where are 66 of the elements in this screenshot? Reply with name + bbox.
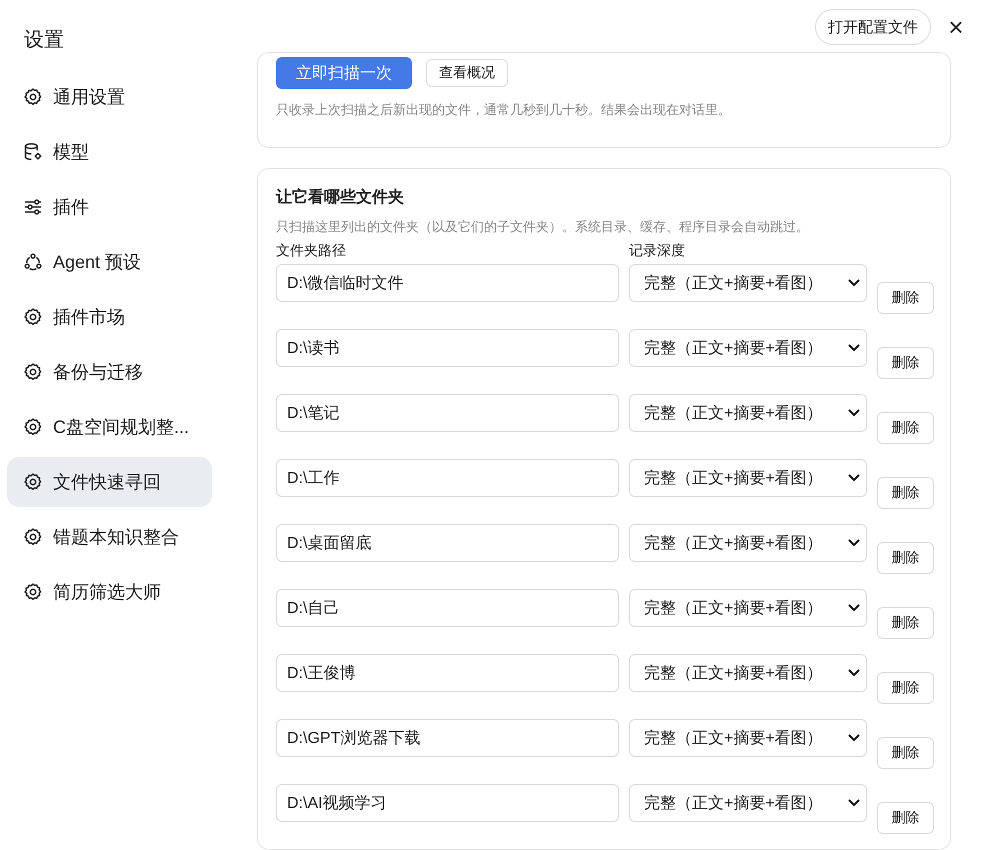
column-header: 记录深度 xyxy=(629,242,686,260)
depth-dropdown[interactable]: 完整（正文+摘要+看图） xyxy=(629,719,867,757)
folder-path-field[interactable]: D:\微信临时文件 xyxy=(276,264,619,302)
depth-dropdown[interactable]: 完整（正文+摘要+看图） xyxy=(629,589,867,627)
chevron-down-icon xyxy=(848,734,860,742)
section-title: 让它看哪些文件夹 xyxy=(276,187,404,208)
folder-path-field[interactable]: D:\AI视频学习 xyxy=(276,784,619,822)
delete-button[interactable]: 删除 xyxy=(877,412,934,444)
folder-path-field[interactable]: D:\GPT浏览器下载 xyxy=(276,719,619,757)
gear-icon xyxy=(23,527,43,547)
depth-dropdown[interactable]: 完整（正文+摘要+看图） xyxy=(629,394,867,432)
depth-dropdown[interactable]: 完整（正文+摘要+看图） xyxy=(629,654,867,692)
delete-button[interactable]: 删除 xyxy=(877,347,934,379)
delete-button[interactable]: 删除 xyxy=(877,802,934,834)
depth-dropdown[interactable]: 完整（正文+摘要+看图） xyxy=(629,329,867,367)
depth-dropdown[interactable]: 完整（正文+摘要+看图） xyxy=(629,264,867,302)
gear-icon xyxy=(23,362,43,382)
folder-path-field[interactable]: D:\桌面留底 xyxy=(276,524,619,562)
folder-path-field[interactable]: D:\王俊博 xyxy=(276,654,619,692)
chevron-down-icon xyxy=(848,799,860,807)
gear-icon xyxy=(23,87,43,107)
sidebar-item[interactable]: 插件 xyxy=(7,182,212,232)
depth-dropdown[interactable]: 完整（正文+摘要+看图） xyxy=(629,459,867,497)
chevron-down-icon xyxy=(848,474,860,482)
sidebar-item[interactable]: C盘空间规划整... xyxy=(7,402,212,452)
delete-button[interactable]: 删除 xyxy=(877,607,934,639)
chevron-down-icon xyxy=(848,604,860,612)
chevron-down-icon xyxy=(848,344,860,352)
sidebar-item[interactable]: 通用设置 xyxy=(7,72,212,122)
delete-button[interactable]: 删除 xyxy=(877,542,934,574)
window-title: 设置 xyxy=(24,28,64,53)
depth-dropdown[interactable]: 完整（正文+摘要+看图） xyxy=(629,784,867,822)
sidebar-item[interactable]: 简历筛选大师 xyxy=(7,567,212,617)
section-description: 只扫描这里列出的文件夹（以及它们的子文件夹）。系统目录、缓存、程序目录会自动跳过。 xyxy=(276,218,810,236)
scan-hint: 只收录上次扫描之后新出现的文件，通常几秒到几十秒。结果会出现在对话里。 xyxy=(276,101,731,119)
sidebar-item[interactable]: 文件快速寻回 xyxy=(7,457,212,507)
close-button[interactable]: × xyxy=(941,12,971,42)
chevron-down-icon xyxy=(848,669,860,677)
chevron-down-icon xyxy=(848,409,860,417)
delete-button[interactable]: 删除 xyxy=(877,737,934,769)
sidebar-item[interactable]: 错题本知识整合 xyxy=(7,512,212,562)
agent-nodes-icon xyxy=(23,252,43,272)
delete-button[interactable]: 删除 xyxy=(877,477,934,509)
gear-icon xyxy=(23,582,43,602)
scan-now-button[interactable]: 立即扫描一次 xyxy=(276,57,412,89)
overview-button[interactable]: 查看概况 xyxy=(426,59,508,87)
sidebar-item[interactable]: 备份与迁移 xyxy=(7,347,212,397)
delete-button[interactable]: 删除 xyxy=(877,282,934,314)
gear-icon xyxy=(23,472,43,492)
delete-button[interactable]: 删除 xyxy=(877,672,934,704)
sliders-icon xyxy=(23,197,43,217)
open-config-button[interactable]: 打开配置文件 xyxy=(815,9,931,45)
folder-path-field[interactable]: D:\笔记 xyxy=(276,394,619,432)
folder-path-field[interactable]: D:\工作 xyxy=(276,459,619,497)
folder-path-field[interactable]: D:\读书 xyxy=(276,329,619,367)
sidebar-item[interactable]: 模型 xyxy=(7,127,212,177)
database-gear-icon xyxy=(23,142,43,162)
column-header: 文件夹路径 xyxy=(276,242,347,260)
depth-dropdown[interactable]: 完整（正文+摘要+看图） xyxy=(629,524,867,562)
gear-icon xyxy=(23,307,43,327)
chevron-down-icon xyxy=(848,539,860,547)
gear-icon xyxy=(23,417,43,437)
sidebar-item[interactable]: Agent 预设 xyxy=(7,237,212,287)
sidebar-item[interactable]: 插件市场 xyxy=(7,292,212,342)
chevron-down-icon xyxy=(848,279,860,287)
folder-path-field[interactable]: D:\自己 xyxy=(276,589,619,627)
